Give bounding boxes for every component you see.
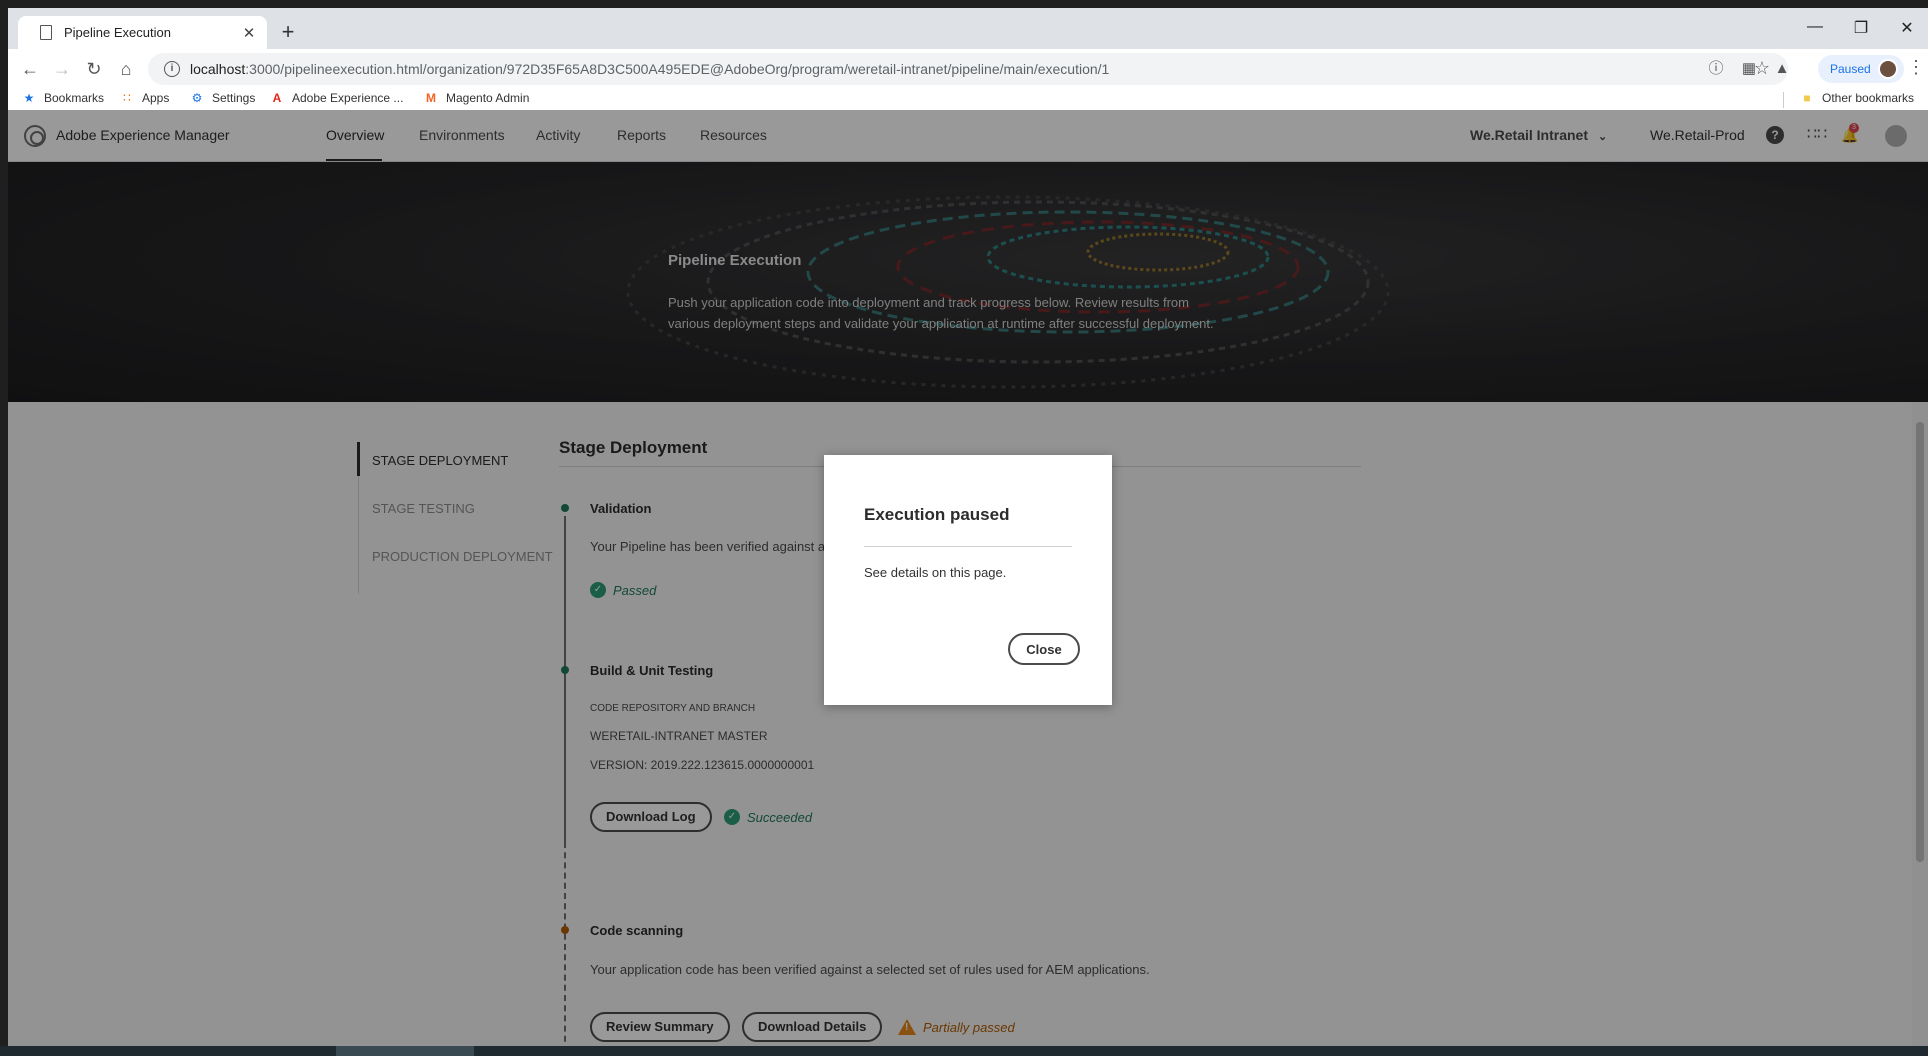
browser-toolbar: ← → ↻ ⌂ i localhost:3000/pipelineexecuti… [8,49,1928,89]
new-tab-button[interactable]: + [276,20,300,44]
address-bar[interactable]: i localhost:3000/pipelineexecution.html/… [148,53,1788,85]
os-taskbar [0,1046,1928,1056]
bookmark-settings[interactable]: ⚙ Settings [190,91,256,105]
dialog-title: Execution paused [864,505,1010,524]
gear-icon: ⚙ [191,91,203,105]
close-window-icon[interactable]: ✕ [1892,18,1922,38]
back-icon[interactable]: ← [18,57,42,81]
restore-icon[interactable]: ❐ [1846,18,1876,38]
adobe-icon: A [272,91,282,105]
profile-paused-chip[interactable]: Paused [1818,55,1904,83]
folder-icon: ■ [1803,91,1811,105]
bookmarks-divider [1783,92,1784,108]
home-icon[interactable]: ⌂ [114,57,138,81]
extension-drive-icon[interactable]: ▲ [1772,59,1792,79]
tab-title: Pipeline Execution [64,25,171,40]
close-button[interactable]: Close [1008,633,1080,665]
execution-paused-dialog: Execution paused See details on this pag… [824,455,1112,705]
minimize-icon[interactable]: — [1800,18,1830,36]
document-icon [40,25,52,40]
star-icon: ★ [23,91,35,105]
browser-titlebar: Pipeline Execution ✕ + — ❐ ✕ [8,8,1928,49]
site-info-icon[interactable]: i [164,61,180,77]
url-text[interactable]: localhost:3000/pipelineexecution.html/or… [190,61,1109,77]
bookmark-magento[interactable]: M Magento Admin [424,91,529,105]
bookmark-adobe[interactable]: A Adobe Experience ... [270,91,404,105]
taskbar-active-app[interactable] [336,1046,474,1056]
browser-menu-icon[interactable]: ⋮ [1906,57,1926,78]
extension-grid-icon[interactable]: ▦ [1739,59,1759,79]
magento-icon: M [426,91,436,105]
bookmark-apps[interactable]: ∷ Apps [120,91,169,105]
reload-icon[interactable]: ↻ [82,57,106,81]
other-bookmarks[interactable]: ■ Other bookmarks [1800,91,1914,105]
bookmarks-bar: ★ Bookmarks ∷ Apps ⚙ Settings A Adobe Ex… [8,89,1928,110]
bookmark-bookmarks[interactable]: ★ Bookmarks [22,91,104,105]
extension-info-icon[interactable]: ⓘ [1706,59,1726,79]
dialog-body: See details on this page. [864,565,1007,580]
dialog-divider [864,546,1072,547]
aem-page: Adobe Experience Manager Overview Enviro… [8,110,1928,1046]
profile-avatar [1878,59,1898,79]
forward-icon[interactable]: → [50,57,74,81]
browser-tab[interactable]: Pipeline Execution ✕ [18,16,267,49]
tab-close-icon[interactable]: ✕ [241,24,257,42]
apps-grid-icon: ∷ [123,91,131,105]
